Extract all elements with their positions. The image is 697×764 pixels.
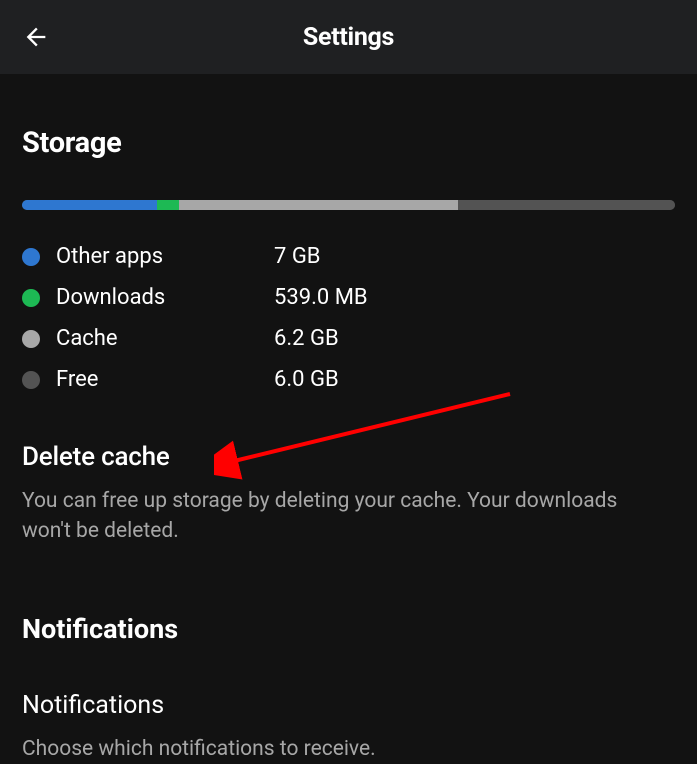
notifications-item-desc: Choose which notifications to receive. [22, 734, 662, 764]
legend-value: 6.2 GB [274, 326, 339, 351]
header: Settings [0, 0, 697, 74]
storage-legend: Other apps7 GBDownloads539.0 MBCache6.2 … [22, 236, 675, 400]
legend-dot-icon [22, 248, 40, 266]
legend-dot-icon [22, 371, 40, 389]
arrow-left-icon [22, 23, 50, 51]
legend-dot-icon [22, 330, 40, 348]
storage-bar-seg-cache [179, 200, 458, 210]
storage-bar-seg-other [22, 200, 157, 210]
legend-label: Cache [56, 326, 274, 351]
storage-bar-seg-downloads [157, 200, 179, 210]
legend-value: 539.0 MB [274, 285, 368, 310]
legend-value: 7 GB [274, 244, 321, 269]
legend-row: Free6.0 GB [22, 359, 675, 400]
storage-bar-seg-free [458, 200, 675, 210]
delete-cache-desc: You can free up storage by deleting your… [22, 486, 662, 547]
storage-heading: Storage [22, 126, 675, 160]
legend-label: Free [56, 367, 274, 392]
delete-cache-title: Delete cache [22, 442, 675, 472]
legend-value: 6.0 GB [274, 367, 339, 392]
storage-bar [22, 200, 675, 210]
page-title: Settings [0, 23, 697, 52]
legend-row: Downloads539.0 MB [22, 277, 675, 318]
legend-row: Other apps7 GB [22, 236, 675, 277]
back-button[interactable] [18, 19, 54, 55]
notifications-item-title: Notifications [22, 691, 675, 720]
legend-row: Cache6.2 GB [22, 318, 675, 359]
delete-cache-item[interactable]: Delete cache You can free up storage by … [22, 442, 675, 547]
notifications-heading: Notifications [22, 613, 675, 645]
notifications-item[interactable]: Notifications Choose which notifications… [22, 691, 675, 764]
content: Storage Other apps7 GBDownloads539.0 MBC… [0, 126, 697, 764]
legend-dot-icon [22, 289, 40, 307]
legend-label: Other apps [56, 244, 274, 269]
legend-label: Downloads [56, 285, 274, 310]
